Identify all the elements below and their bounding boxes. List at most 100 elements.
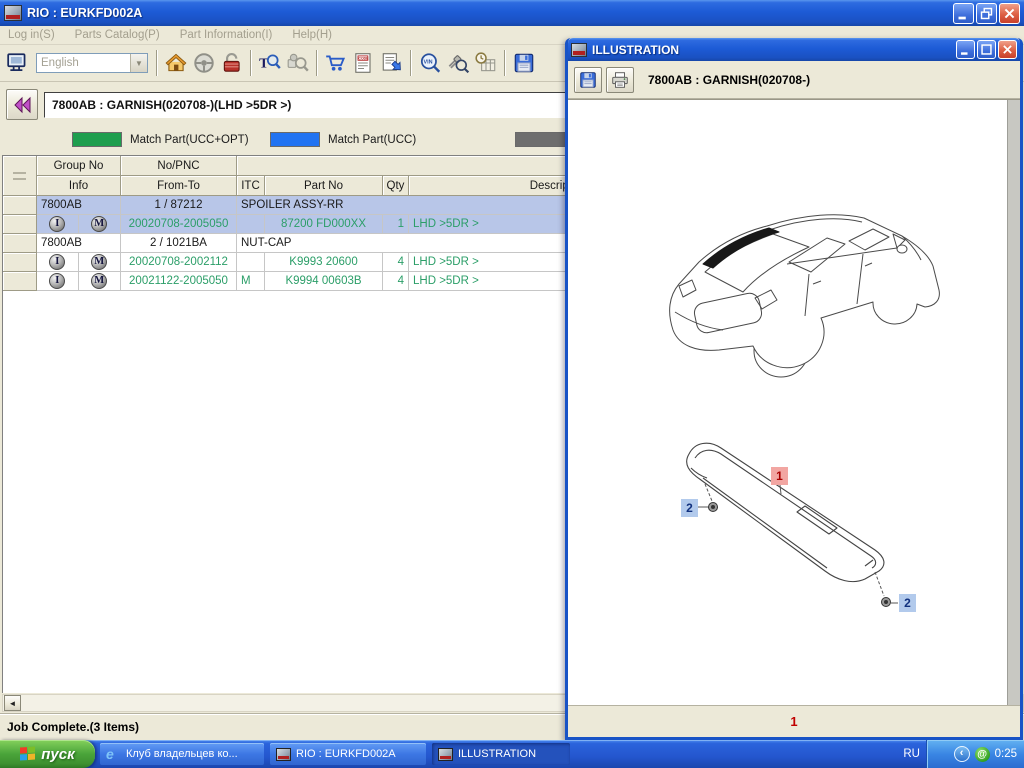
taskbar-button-label: ILLUSTRATION bbox=[458, 748, 536, 760]
save-icon[interactable] bbox=[510, 49, 538, 77]
language-select[interactable]: English bbox=[36, 53, 148, 73]
vin-search-icon[interactable]: VIN bbox=[416, 49, 444, 77]
menu-parts-catalog[interactable]: Parts Catalog(P) bbox=[75, 29, 160, 41]
row-header-cell bbox=[3, 272, 37, 291]
save-import-icon[interactable] bbox=[378, 49, 406, 77]
cell-qty: 4 bbox=[383, 272, 409, 291]
messenger-icon[interactable] bbox=[975, 747, 990, 762]
row-header-cell bbox=[3, 215, 37, 234]
taskbar: пуск Клуб владельцев ко... RIO : EURKFD0… bbox=[0, 740, 1024, 768]
material-button[interactable]: M bbox=[91, 216, 107, 232]
double-left-arrow-icon bbox=[12, 95, 32, 115]
internet-explorer-icon bbox=[106, 747, 121, 762]
callout-nut-right[interactable]: 2 bbox=[899, 594, 916, 612]
save-illustration-button[interactable] bbox=[574, 67, 602, 93]
system-tray: 0:25 bbox=[926, 740, 1024, 768]
schedule-icon[interactable] bbox=[472, 49, 500, 77]
illustration-canvas: 1 2 2 bbox=[568, 99, 1020, 705]
illustration-toolbar: 7800AB : GARNISH(020708-) bbox=[568, 61, 1020, 99]
cart-icon[interactable] bbox=[322, 49, 350, 77]
restore-button[interactable] bbox=[976, 3, 997, 24]
printer-icon bbox=[610, 70, 630, 90]
app-icon bbox=[571, 43, 587, 57]
group-title-text: 7800AB : GARNISH(020708-)(LHD >5DR >) bbox=[52, 98, 291, 112]
main-titlebar: RIO : EURKFD002A bbox=[0, 0, 1024, 26]
header-qty: Qty bbox=[383, 176, 409, 196]
home-icon[interactable] bbox=[162, 49, 190, 77]
toolbar-separator bbox=[504, 50, 506, 76]
material-button[interactable]: M bbox=[91, 273, 107, 289]
tray-collapse-icon[interactable] bbox=[954, 746, 970, 762]
main-window-title: RIO : EURKFD002A bbox=[27, 6, 953, 20]
illustration-title: ILLUSTRATION bbox=[592, 43, 956, 57]
cell-from-to: 20020708-2005050 bbox=[121, 215, 237, 234]
taskbar-button-browser[interactable]: Клуб владельцев ко... bbox=[100, 743, 264, 765]
header-part-no: Part No bbox=[265, 176, 383, 196]
car-line-drawing bbox=[659, 200, 959, 395]
menu-login[interactable]: Log in(S) bbox=[8, 29, 55, 41]
row-header-cell bbox=[3, 253, 37, 272]
cell-from-to: 20021122-2005050 bbox=[121, 272, 237, 291]
desktop: RIO : EURKFD002A Log in(S) Parts Catalog… bbox=[0, 0, 1024, 768]
minimize-button[interactable] bbox=[953, 3, 974, 24]
illustration-titlebar: ILLUSTRATION bbox=[568, 38, 1020, 61]
language-value: English bbox=[37, 57, 130, 69]
header-itc: ITC bbox=[237, 176, 265, 196]
back-button[interactable] bbox=[6, 89, 38, 120]
cell-part-no: K9993 20600 bbox=[265, 253, 383, 272]
cell-group-no: 7800AB bbox=[37, 234, 121, 253]
cell-qty: 1 bbox=[383, 215, 409, 234]
cell-itc: M bbox=[237, 272, 265, 291]
info-button[interactable]: I bbox=[49, 216, 65, 232]
cell-no-pnc: 2 / 1021BA bbox=[121, 234, 237, 253]
legend-item: Match Part(UCC+OPT) bbox=[72, 132, 249, 147]
parts-catalog-search-icon[interactable] bbox=[444, 49, 472, 77]
floppy-icon bbox=[578, 70, 598, 90]
taskbar-button-illustration[interactable]: ILLUSTRATION bbox=[432, 743, 570, 765]
network-monitor-icon[interactable] bbox=[4, 49, 32, 77]
menu-help[interactable]: Help(H) bbox=[292, 29, 332, 41]
minimize-button[interactable] bbox=[956, 40, 975, 59]
steering-wheel-icon[interactable] bbox=[190, 49, 218, 77]
text-search-icon[interactable]: T bbox=[256, 49, 284, 77]
start-button[interactable]: пуск bbox=[0, 740, 95, 768]
toolbar-separator bbox=[410, 50, 412, 76]
header-no-pnc: No/PNC bbox=[121, 156, 237, 176]
legend-swatch-blue bbox=[270, 132, 320, 147]
rio-app-icon bbox=[438, 748, 453, 761]
lock-icon[interactable] bbox=[218, 49, 246, 77]
info-button[interactable]: I bbox=[49, 273, 65, 289]
callout-garnish[interactable]: 1 bbox=[771, 467, 788, 485]
taskbar-button-label: RIO : EURKFD002A bbox=[296, 748, 396, 760]
app-icon bbox=[4, 5, 22, 21]
close-button[interactable] bbox=[998, 40, 1017, 59]
close-button[interactable] bbox=[999, 3, 1020, 24]
cell-part-no: 87200 FD000XX bbox=[265, 215, 383, 234]
cell-itc bbox=[237, 253, 265, 272]
windows-logo-icon bbox=[20, 746, 36, 761]
code-input-icon[interactable]: CODE bbox=[350, 49, 378, 77]
start-label: пуск bbox=[41, 746, 74, 763]
chevron-down-icon[interactable] bbox=[130, 54, 147, 72]
callout-nut-left[interactable]: 2 bbox=[681, 499, 698, 517]
taskbar-button-rio[interactable]: RIO : EURKFD002A bbox=[270, 743, 426, 765]
info-button[interactable]: I bbox=[49, 254, 65, 270]
legend-swatch-green bbox=[72, 132, 122, 147]
toolbar-separator bbox=[156, 50, 158, 76]
maximize-button[interactable] bbox=[977, 40, 996, 59]
illustration-footer: 1 bbox=[568, 705, 1020, 737]
print-button[interactable] bbox=[606, 67, 634, 93]
vertical-scrollbar[interactable] bbox=[1007, 100, 1020, 705]
scroll-left-icon[interactable] bbox=[4, 695, 21, 711]
menu-part-information[interactable]: Part Information(I) bbox=[180, 29, 273, 41]
parts-search-icon[interactable] bbox=[284, 49, 312, 77]
row-header-cell bbox=[3, 234, 37, 253]
illustration-window: ILLUSTRATION 7800AB : GARNISH(020708-) bbox=[565, 38, 1023, 740]
material-button[interactable]: M bbox=[91, 254, 107, 270]
language-indicator[interactable]: RU bbox=[903, 740, 920, 768]
taskbar-button-label: Клуб владельцев ко... bbox=[126, 748, 238, 760]
cell-qty: 4 bbox=[383, 253, 409, 272]
page-number: 1 bbox=[790, 714, 797, 729]
row-selector-button[interactable] bbox=[3, 156, 37, 196]
legend-item: Match Part(UCC) bbox=[270, 132, 416, 147]
